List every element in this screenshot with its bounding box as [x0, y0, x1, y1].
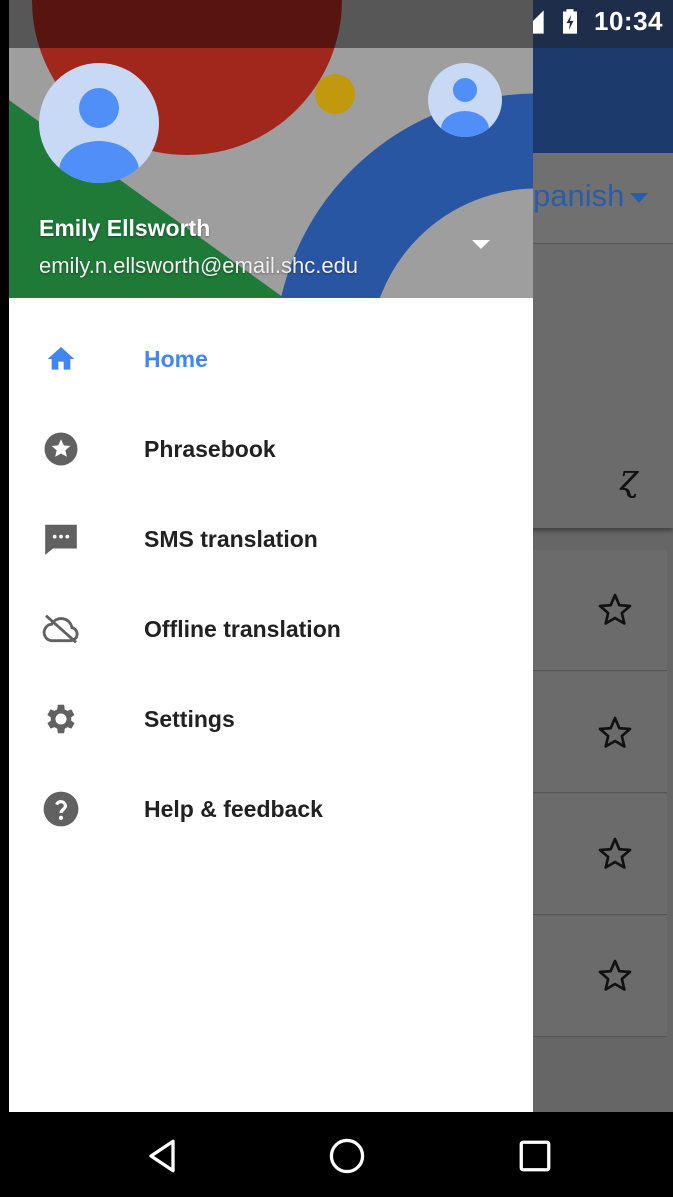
handwriting-icon: ɀ — [619, 458, 638, 499]
menu-item-settings[interactable]: Settings — [9, 674, 533, 764]
clock: 10:34 — [594, 6, 663, 36]
star-outline-icon — [598, 959, 632, 991]
menu-item-sms-translation[interactable]: SMS translation — [9, 494, 533, 584]
home-icon — [40, 338, 82, 380]
dropdown-caret-icon — [630, 192, 649, 203]
gear-icon — [40, 698, 82, 740]
menu-item-label: Phrasebook — [144, 435, 276, 462]
help-icon — [40, 788, 82, 830]
account-name: Emily Ellsworth — [39, 215, 211, 241]
star-outline-icon — [598, 837, 632, 869]
sms-icon — [40, 518, 82, 560]
menu-item-phrasebook[interactable]: Phrasebook — [9, 404, 533, 494]
navigation-drawer: Emily Ellsworth emily.n.ellsworth@email.… — [9, 0, 533, 1112]
menu-item-offline-translation[interactable]: Offline translation — [9, 584, 533, 674]
battery-charging-icon — [563, 8, 577, 34]
menu-item-label: SMS translation — [144, 525, 318, 552]
account-email: emily.n.ellsworth@email.shc.edu — [39, 253, 359, 278]
target-language-selector: panish — [533, 178, 649, 214]
home-circle-icon[interactable] — [325, 1134, 369, 1178]
avatar — [39, 63, 159, 183]
target-language-label: panish — [533, 178, 625, 213]
menu-item-label: Help & feedback — [144, 795, 323, 822]
star-outline-icon — [598, 716, 632, 748]
menu-item-label: Offline translation — [144, 615, 341, 642]
person-icon — [59, 88, 139, 183]
person-icon — [441, 78, 489, 137]
star-circle-icon — [40, 428, 82, 470]
account-header[interactable]: Emily Ellsworth emily.n.ellsworth@email.… — [9, 0, 533, 298]
recents-icon[interactable] — [513, 1134, 557, 1178]
menu-item-home[interactable]: Home — [9, 314, 533, 404]
secondary-account-avatar[interactable] — [428, 63, 502, 137]
drawer-menu: Home Phrasebook SMS translation Offline … — [9, 314, 533, 854]
menu-item-help-feedback[interactable]: Help & feedback — [9, 764, 533, 854]
back-icon[interactable] — [140, 1134, 184, 1178]
account-switcher-caret-icon[interactable] — [472, 240, 490, 249]
status-bar-scrim — [9, 0, 533, 48]
star-outline-icon — [598, 593, 632, 625]
system-navigation-bar — [9, 1112, 673, 1197]
menu-item-label: Home — [144, 345, 208, 372]
menu-item-label: Settings — [144, 705, 235, 732]
cloud-off-icon — [40, 608, 82, 650]
